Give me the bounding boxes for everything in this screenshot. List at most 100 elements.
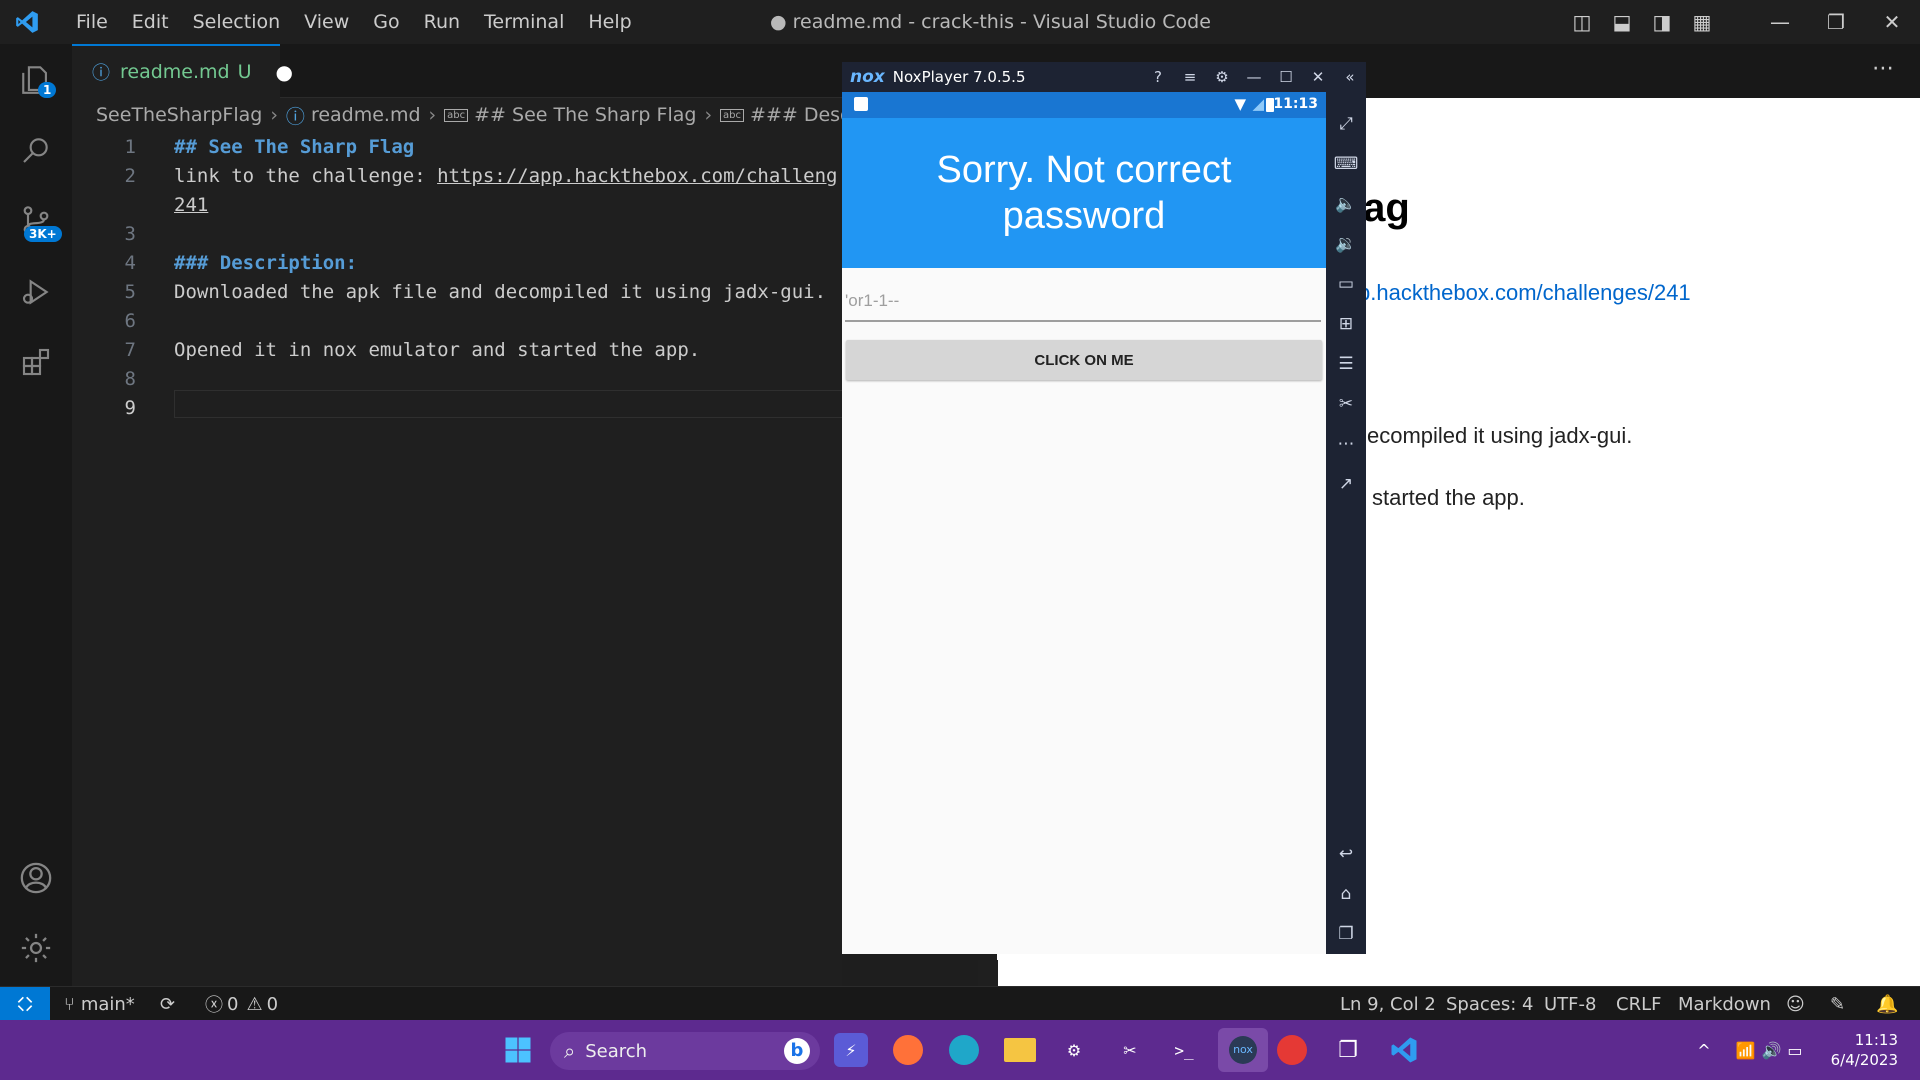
- system-tray-icons[interactable]: 📶 🔊 ▭: [1724, 1030, 1814, 1070]
- customize-layout-icon[interactable]: ▦: [1682, 10, 1722, 34]
- sync-icon[interactable]: ⟳: [160, 987, 175, 1021]
- click-on-me-button[interactable]: CLICK ON ME: [846, 340, 1322, 380]
- edge-icon[interactable]: [944, 1030, 984, 1070]
- menu-run[interactable]: Run: [412, 11, 472, 33]
- tab-readme[interactable]: ⓘ readme.md U ●: [72, 44, 293, 98]
- share-icon[interactable]: ↗: [1334, 472, 1358, 496]
- menu-selection[interactable]: Selection: [181, 11, 293, 33]
- terminal-icon[interactable]: >_: [1164, 1030, 1204, 1070]
- code-line[interactable]: ### Description:: [174, 252, 357, 274]
- power-automate-icon[interactable]: ⚡: [834, 1033, 868, 1067]
- remote-indicator-icon[interactable]: [0, 987, 50, 1021]
- maximize-icon[interactable]: ☐: [1270, 68, 1302, 86]
- help-icon[interactable]: ?: [1142, 68, 1174, 86]
- menu-view[interactable]: View: [292, 11, 361, 33]
- ruby-app-icon[interactable]: [1272, 1030, 1312, 1070]
- branch-indicator[interactable]: ⑂ main*: [64, 987, 135, 1021]
- fullscreen-icon[interactable]: ⤢: [1334, 112, 1358, 136]
- encoding[interactable]: UTF-8: [1544, 987, 1596, 1021]
- code-line[interactable]: ## See The Sharp Flag: [174, 136, 414, 158]
- menu-file[interactable]: File: [64, 11, 120, 33]
- cursor-position[interactable]: Ln 9, Col 2: [1340, 987, 1436, 1021]
- code-line[interactable]: Opened it in nox emulator and started th…: [174, 339, 700, 361]
- indentation[interactable]: Spaces: 4: [1446, 987, 1533, 1021]
- bing-icon[interactable]: b: [784, 1038, 810, 1064]
- explorer-icon[interactable]: 1: [14, 58, 58, 102]
- more-icon[interactable]: ⋯: [1334, 432, 1358, 456]
- problems-indicator[interactable]: ⓧ 0 ⚠ 0: [205, 987, 278, 1021]
- menu-terminal[interactable]: Terminal: [472, 11, 576, 33]
- windows-taskbar: ⌕ Search b ⚡ ⚙ ✂ >_ nox ❐ ^ 📶 🔊 ▭ 11:13 …: [0, 1020, 1920, 1080]
- code-link[interactable]: https://app.hackthebox.com/challeng: [437, 165, 837, 187]
- toggle-secondary-sidebar-icon[interactable]: ◨: [1642, 10, 1682, 34]
- windows-app-icon[interactable]: ❐: [1328, 1030, 1368, 1070]
- run-debug-icon[interactable]: [14, 270, 58, 314]
- toggle-panel-icon[interactable]: ⬓: [1602, 10, 1642, 34]
- add-apk-icon[interactable]: ⊞: [1334, 312, 1358, 336]
- code-line[interactable]: Downloaded the apk file and decompiled i…: [174, 281, 826, 303]
- close-icon[interactable]: ✕: [1864, 10, 1920, 34]
- screen-icon[interactable]: ▭: [1334, 272, 1358, 296]
- code-text: link to the challenge:: [174, 165, 438, 187]
- settings-gear-icon[interactable]: ⚙: [1206, 68, 1238, 86]
- extensions-icon[interactable]: [14, 340, 58, 384]
- breadcrumb-heading[interactable]: ## See The Sharp Flag: [474, 104, 696, 126]
- code-editor[interactable]: 1 ## See The Sharp Flag 2 link to the ch…: [72, 132, 842, 986]
- menu-go[interactable]: Go: [361, 11, 411, 33]
- file-explorer-icon[interactable]: [1000, 1030, 1040, 1070]
- restore-icon[interactable]: ❐: [1808, 10, 1864, 34]
- breadcrumb-subheading[interactable]: ### Description:: [750, 104, 842, 126]
- back-icon[interactable]: ↩: [1334, 842, 1358, 866]
- start-windows-icon[interactable]: [498, 1030, 538, 1070]
- firefox-icon[interactable]: [888, 1030, 928, 1070]
- minimize-icon[interactable]: —: [1238, 68, 1270, 86]
- toggle-primary-sidebar-icon[interactable]: ◫: [1562, 10, 1602, 34]
- preview-link[interactable]: p.hackthebox.com/challenges/241: [1358, 280, 1691, 306]
- password-input[interactable]: [845, 282, 1321, 322]
- wifi-icon: ▼: [1234, 95, 1246, 113]
- volume-down-icon[interactable]: 🔉: [1334, 232, 1358, 256]
- end-of-line[interactable]: CRLF: [1616, 987, 1661, 1021]
- recent-apps-icon[interactable]: ❐: [1334, 922, 1358, 946]
- activity-bar: 1 3K+: [0, 44, 72, 986]
- multi-instance-icon[interactable]: ☰: [1334, 352, 1358, 376]
- current-line-highlight: [174, 390, 842, 418]
- unsaved-dot-icon[interactable]: ●: [276, 60, 293, 84]
- language-mode[interactable]: Markdown: [1678, 987, 1771, 1021]
- keyboard-icon[interactable]: ⌨: [1334, 152, 1359, 176]
- show-hidden-icons-chevron-icon[interactable]: ^: [1684, 1030, 1724, 1070]
- close-icon[interactable]: ✕: [1302, 68, 1334, 86]
- volume-up-icon[interactable]: 🔈: [1334, 192, 1358, 216]
- feedback-icon[interactable]: ✎: [1830, 987, 1845, 1021]
- minimize-icon[interactable]: —: [1752, 10, 1808, 34]
- code-line-wrap[interactable]: 241: [174, 194, 208, 216]
- collapse-sidebar-icon[interactable]: «: [1334, 68, 1366, 86]
- scissors-icon[interactable]: ✂: [1334, 392, 1358, 416]
- string-symbol-icon: abc: [720, 108, 745, 122]
- line-number: 5: [124, 281, 136, 303]
- accounts-icon[interactable]: [14, 856, 58, 900]
- vscode-taskbar-icon[interactable]: [1384, 1030, 1424, 1070]
- notifications-bell-icon[interactable]: 🔔: [1876, 987, 1898, 1021]
- app-icon[interactable]: ⚙: [1054, 1030, 1094, 1070]
- copilot-icon[interactable]: ☺: [1786, 987, 1805, 1021]
- app-message-banner: Sorry. Not correct password: [842, 118, 1326, 268]
- tab-git-status: U: [237, 61, 252, 83]
- notification-icon: [854, 97, 868, 111]
- code-line[interactable]: link to the challenge: https://app.hackt…: [174, 165, 837, 187]
- search-icon[interactable]: [14, 128, 58, 172]
- breadcrumb-folder[interactable]: SeeTheSharpFlag: [96, 104, 262, 126]
- manage-gear-icon[interactable]: [14, 926, 58, 970]
- source-control-icon[interactable]: 3K+: [14, 198, 62, 242]
- menu-icon[interactable]: ≡: [1174, 68, 1206, 86]
- taskbar-clock[interactable]: 11:13 6/4/2023: [1831, 1030, 1898, 1070]
- more-actions-icon[interactable]: ⋯: [1872, 56, 1894, 81]
- snipping-tool-icon[interactable]: ✂: [1110, 1030, 1150, 1070]
- breadcrumb-file[interactable]: readme.md: [311, 104, 421, 126]
- menu-edit[interactable]: Edit: [120, 11, 181, 33]
- taskbar-search[interactable]: ⌕ Search b: [550, 1032, 820, 1070]
- string-symbol-icon: abc: [444, 108, 469, 122]
- home-icon[interactable]: ⌂: [1334, 882, 1358, 906]
- menu-help[interactable]: Help: [576, 11, 643, 33]
- nox-taskbar-icon[interactable]: nox: [1218, 1028, 1268, 1072]
